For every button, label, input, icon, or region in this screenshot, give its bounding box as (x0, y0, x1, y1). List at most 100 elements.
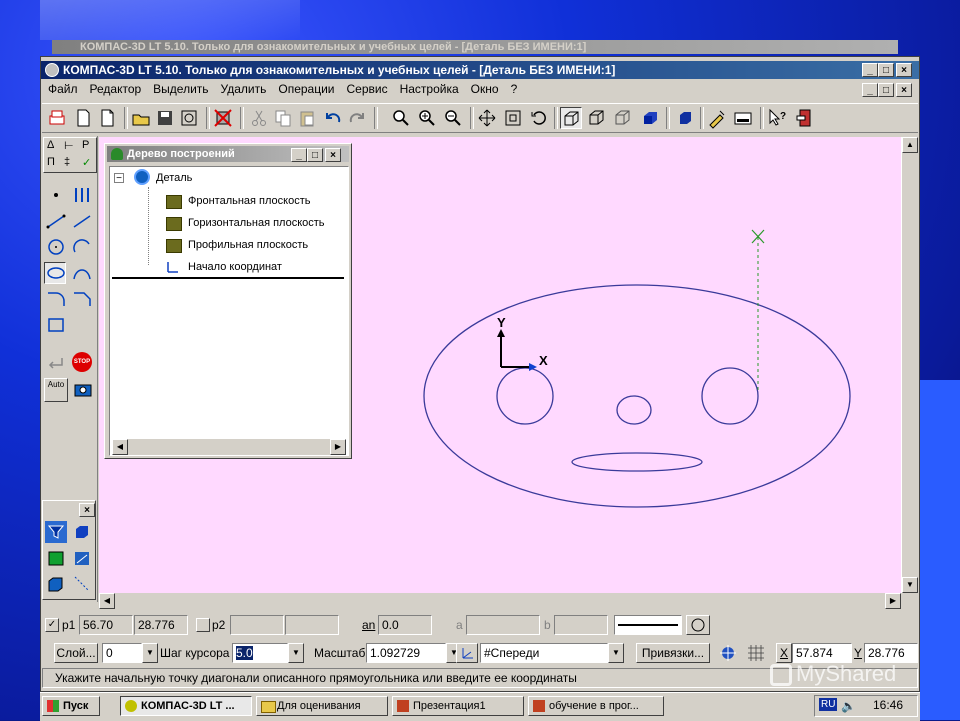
axis-line-icon[interactable] (71, 573, 93, 595)
compact-btn-editing[interactable]: П (47, 156, 55, 168)
menu-window[interactable]: Окно (465, 80, 505, 98)
scroll-left-arrow-icon[interactable]: ◀ (99, 593, 115, 609)
pan-icon[interactable] (476, 107, 498, 129)
p2-checkbox[interactable] (196, 618, 210, 632)
compact-btn-geometry[interactable]: Δ (47, 139, 54, 151)
cut-icon[interactable] (248, 107, 270, 129)
rotate-icon[interactable] (528, 107, 550, 129)
tree-root-label[interactable]: Деталь (156, 169, 192, 187)
edit-pencil-icon[interactable] (706, 107, 728, 129)
rotate-part-icon[interactable] (71, 547, 93, 569)
copy-icon[interactable] (272, 107, 294, 129)
p2-y-field[interactable] (285, 615, 339, 635)
menu-file[interactable]: Файл (42, 80, 84, 98)
compact-btn-dimensions[interactable]: ⊢ (64, 139, 74, 152)
undo-icon[interactable] (322, 107, 344, 129)
circle-mode-button[interactable] (686, 615, 710, 635)
aux-panel-close-button[interactable]: × (79, 503, 95, 517)
arc-tool-icon[interactable] (70, 236, 92, 258)
a-field[interactable] (466, 615, 540, 635)
step-dropdown-arrow-icon[interactable]: ▼ (288, 643, 304, 663)
snap-target-icon[interactable] (718, 644, 738, 662)
filter-icon[interactable] (45, 521, 67, 543)
scale-field[interactable]: 1.092729 (366, 643, 446, 663)
camera-icon[interactable] (72, 378, 94, 400)
help-pointer-icon[interactable]: ? (766, 107, 788, 129)
layer-button[interactable]: Слой... (54, 643, 98, 663)
circle-tool-icon[interactable] (44, 236, 66, 258)
zoom-in-icon[interactable] (416, 107, 438, 129)
scroll-right-arrow-icon[interactable]: ▶ (885, 593, 901, 609)
orientation-button[interactable] (456, 643, 478, 663)
doc-close-button[interactable]: × (896, 83, 912, 97)
menu-editor[interactable]: Редактор (84, 80, 148, 98)
ellipse-tool-icon[interactable] (44, 262, 66, 284)
save-icon[interactable] (154, 107, 176, 129)
redo-icon[interactable] (346, 107, 368, 129)
doc-maximize-button[interactable]: □ (878, 83, 894, 97)
tree-item-horizontal-plane[interactable]: Горизонтальная плоскость (166, 213, 325, 233)
minimize-button[interactable]: _ (862, 63, 878, 77)
view-dropdown-arrow-icon[interactable]: ▼ (608, 643, 624, 663)
zoom-out-icon[interactable] (442, 107, 464, 129)
tree-item-origin[interactable]: Начало координат (167, 257, 282, 277)
cursor-step-field[interactable]: 5.0 (232, 643, 288, 663)
p1-checkbox[interactable]: ✓ (45, 618, 59, 632)
task-training[interactable]: обучение в прог... (528, 696, 664, 716)
start-button[interactable]: Пуск (42, 696, 100, 716)
snaps-button[interactable]: Привязки... (636, 643, 710, 663)
fillet-tool-icon[interactable] (44, 288, 66, 310)
delete-red-icon[interactable] (212, 107, 234, 129)
exit-door-icon[interactable] (794, 107, 816, 129)
speaker-icon[interactable]: 🔈 (841, 699, 856, 713)
b-field[interactable] (554, 615, 608, 635)
angle-field[interactable]: 0.0 (378, 615, 432, 635)
nose-ellipse[interactable] (616, 395, 652, 425)
tree-item-profile-plane[interactable]: Профильная плоскость (166, 235, 308, 255)
scroll-down-arrow-icon[interactable]: ▼ (902, 577, 918, 593)
print-icon[interactable] (46, 107, 68, 129)
menu-service[interactable]: Сервис (341, 80, 394, 98)
p1-x-field[interactable]: 56.70 (79, 615, 133, 635)
segment-tool-icon[interactable] (44, 210, 66, 232)
task-folder[interactable]: Для оценивания (256, 696, 388, 716)
doc-minimize-button[interactable]: _ (862, 83, 878, 97)
zoom-icon[interactable] (390, 107, 412, 129)
menu-select[interactable]: Выделить (147, 80, 214, 98)
box-icon[interactable] (45, 573, 67, 595)
new-document-icon[interactable] (96, 107, 118, 129)
auto-create-button[interactable]: Auto (44, 378, 68, 402)
line-style-field[interactable] (614, 615, 682, 635)
compact-btn-params[interactable]: P (82, 139, 89, 151)
menu-operations[interactable]: Операции (272, 80, 340, 98)
close-button[interactable]: × (896, 63, 912, 77)
spline-tool-icon[interactable] (70, 262, 92, 284)
p1-y-field[interactable]: 28.776 (134, 615, 188, 635)
point-tool-icon[interactable] (44, 184, 66, 206)
tree-expander-icon[interactable]: − (114, 173, 124, 184)
save-all-icon[interactable] (178, 107, 200, 129)
open-folder-icon[interactable] (130, 107, 152, 129)
tree-scroll-right-icon[interactable]: ▶ (330, 439, 346, 455)
aux-line-tool-icon[interactable] (70, 184, 92, 206)
tree-hscrollbar[interactable]: ◀ ▶ (112, 439, 346, 455)
tree-scroll-left-icon[interactable]: ◀ (112, 439, 128, 455)
menu-settings[interactable]: Настройка (394, 80, 465, 98)
tree-maximize-button[interactable]: □ (307, 148, 323, 162)
hidden-lines-icon[interactable] (586, 107, 608, 129)
language-indicator[interactable]: RU (819, 698, 838, 711)
tree-close-button[interactable]: × (325, 148, 341, 162)
hidden-thin-icon[interactable] (612, 107, 634, 129)
horizontal-scrollbar[interactable]: ◀ ▶ (99, 593, 919, 610)
tree-item-front-plane[interactable]: Фронтальная плоскость (166, 191, 311, 211)
properties-icon[interactable] (732, 107, 754, 129)
tree-minimize-button[interactable]: _ (291, 148, 307, 162)
layer-select[interactable]: 0 (102, 643, 142, 663)
mouth-ellipse[interactable] (571, 452, 703, 472)
enter-object-icon[interactable] (44, 352, 66, 374)
polyline-tool-icon[interactable] (70, 210, 92, 232)
menu-help[interactable]: ? (505, 80, 524, 98)
perspective-icon[interactable] (674, 107, 696, 129)
maximize-button[interactable]: □ (878, 63, 894, 77)
wireframe-icon[interactable] (560, 107, 582, 129)
